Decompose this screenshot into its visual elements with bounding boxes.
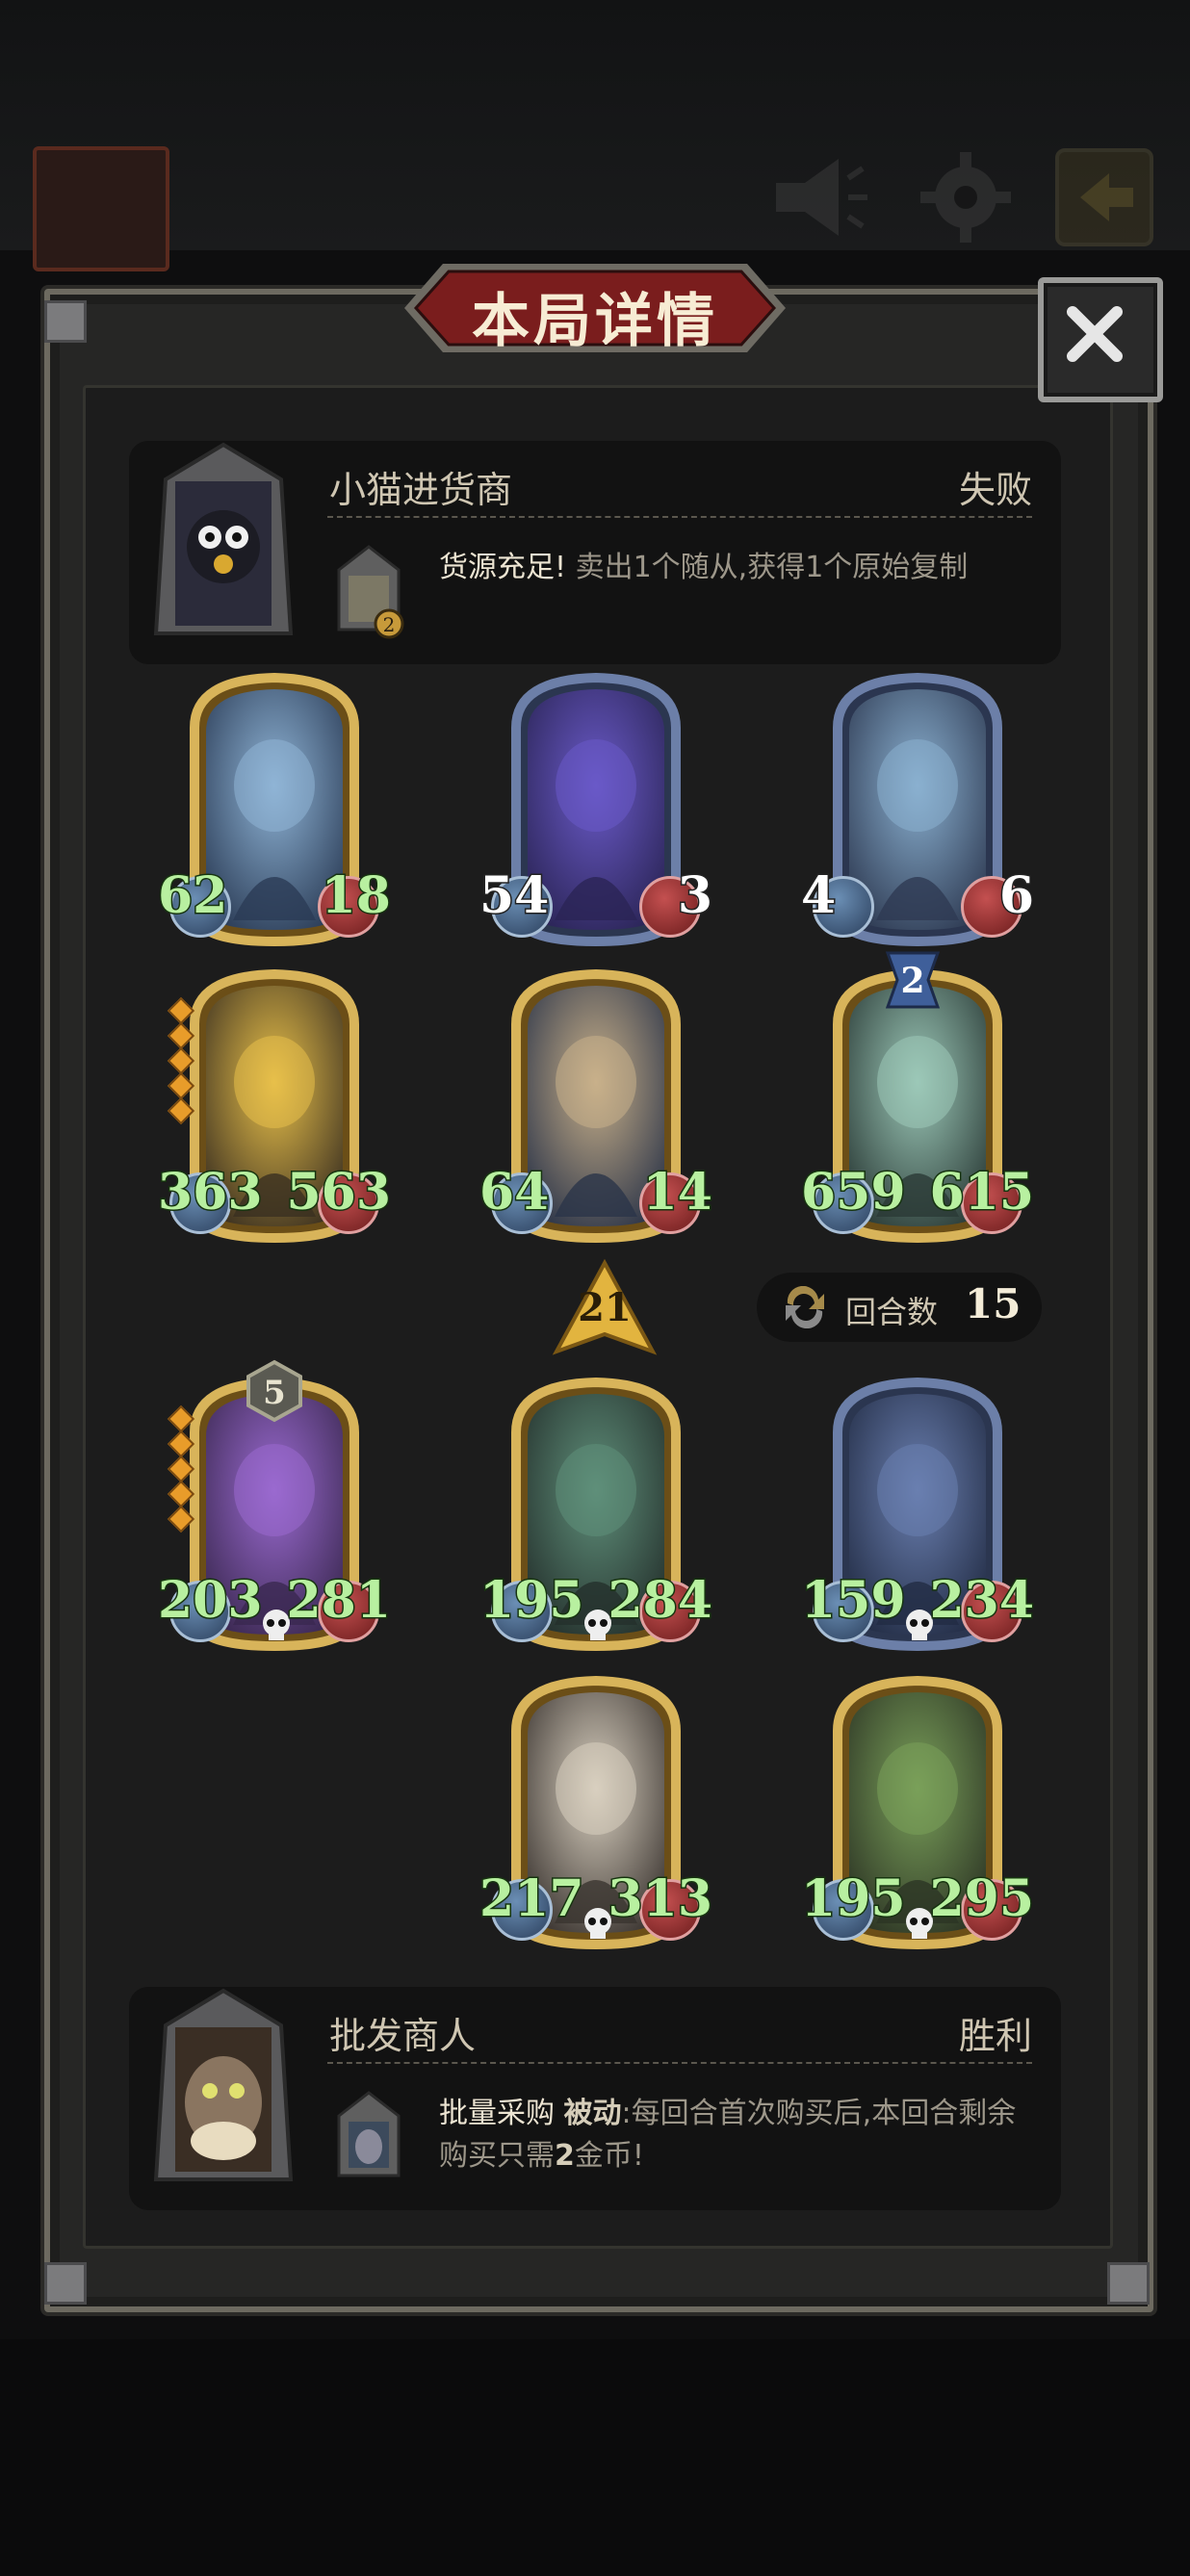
tier-badge: 2 xyxy=(885,951,941,1009)
unit-attack: 54 xyxy=(478,865,550,927)
player-skill-desc-end: 金币! xyxy=(574,2139,644,2173)
unit-card[interactable]: 203 281 5 xyxy=(157,1359,392,1654)
unit-health: 3 xyxy=(676,865,713,927)
unit-card[interactable]: 64 14 xyxy=(478,966,714,1246)
unit-card[interactable]: 62 18 xyxy=(156,670,393,949)
background-avatar xyxy=(33,146,169,271)
tier-badge-text: 2 xyxy=(900,961,924,1001)
unit-attack: 195 xyxy=(800,1868,908,1930)
unit-attack: 659 xyxy=(800,1162,908,1224)
star-gems xyxy=(167,1404,195,1534)
unit-attack: 203 xyxy=(157,1570,265,1632)
unit-health: 234 xyxy=(928,1570,1036,1632)
player-name: 批发商人 xyxy=(329,2015,477,2057)
opponent-skill-name: 货源充足! xyxy=(439,551,567,584)
skill-level-text: 2 xyxy=(383,613,396,636)
corner-ornament xyxy=(1107,2262,1150,2305)
unit-attack: 363 xyxy=(157,1162,265,1224)
player-skill-text: 批量采购 被动:每回合首次购买后,本回合剩余购买只需2金币! xyxy=(439,2093,1026,2177)
unit-health: 18 xyxy=(320,865,392,927)
unit-attack: 195 xyxy=(479,1570,586,1632)
modal-title: 本局详情 xyxy=(472,288,718,355)
unit-card[interactable]: 195 284 xyxy=(479,1375,713,1654)
star-gems xyxy=(167,995,195,1126)
opponent-skill-icon[interactable]: 2 xyxy=(329,541,408,641)
divider xyxy=(327,2062,1032,2064)
gear-icon xyxy=(920,152,1011,243)
unit-attack: 159 xyxy=(800,1570,908,1632)
unit-health: 615 xyxy=(928,1162,1036,1224)
corner-ornament xyxy=(44,300,87,343)
unit-health: 284 xyxy=(607,1570,714,1632)
unit-health: 313 xyxy=(607,1868,714,1930)
player-skill-highlight: 2 xyxy=(555,2139,575,2173)
player-skill-name: 批量采购 xyxy=(439,2097,564,2130)
unit-attack: 217 xyxy=(479,1868,586,1930)
player-skill-keyword: 被动 xyxy=(563,2097,622,2130)
unit-card[interactable]: 54 3 xyxy=(478,670,714,949)
opponent-portrait xyxy=(153,442,294,635)
opponent-result: 失败 xyxy=(958,469,1032,511)
opponent-name: 小猫进货商 xyxy=(329,469,513,511)
background-footer xyxy=(0,2339,1190,2576)
unit-health: 6 xyxy=(997,865,1035,927)
player-info-card: 批发商人 胜利 批量采购 被动:每回合首次购买后,本回合剩余购买只需2金币! xyxy=(129,1987,1061,2210)
player-portrait xyxy=(153,1988,294,2181)
unit-health: 295 xyxy=(928,1868,1036,1930)
unit-health: 281 xyxy=(285,1570,393,1632)
unit-health: 563 xyxy=(285,1162,393,1224)
unit-card[interactable]: 217 313 xyxy=(479,1673,713,1952)
level-arrow: 21 xyxy=(552,1259,658,1355)
unit-attack: 64 xyxy=(478,1162,550,1224)
opponent-skill-desc: 卖出1个随从,获得1个原始复制 xyxy=(566,551,969,584)
corner-ornament xyxy=(44,2262,87,2305)
unit-level-badge: 5 xyxy=(246,1359,302,1423)
opponent-skill-text: 货源充足! 卖出1个随从,获得1个原始复制 xyxy=(439,547,1026,589)
close-icon xyxy=(1067,306,1123,362)
megaphone-icon xyxy=(776,159,867,236)
unit-health: 14 xyxy=(641,1162,713,1224)
player-result: 胜利 xyxy=(958,2015,1032,2057)
unit-card[interactable]: 46 xyxy=(799,670,1036,949)
unit-attack: 62 xyxy=(156,865,228,927)
unit-attack: 4 xyxy=(799,865,837,927)
unit-card[interactable]: 363 563 xyxy=(157,966,392,1246)
unit-card[interactable]: 195 295 xyxy=(800,1673,1035,1952)
refresh-icon xyxy=(786,1286,824,1328)
exit-icon xyxy=(1055,148,1153,246)
player-level-text: 21 xyxy=(578,1285,632,1330)
round-value: 15 xyxy=(965,1280,1022,1327)
close-button[interactable] xyxy=(1038,277,1163,402)
unit-level-text: 5 xyxy=(263,1374,286,1412)
round-label: 回合数 xyxy=(845,1294,939,1330)
divider xyxy=(327,516,1032,518)
unit-card[interactable]: 159 234 xyxy=(800,1375,1035,1654)
player-skill-icon[interactable] xyxy=(329,2087,408,2187)
opponent-info-card: 小猫进货商 失败 2 货源充足! 卖出1个随从,获得1个原始复制 xyxy=(129,441,1061,664)
